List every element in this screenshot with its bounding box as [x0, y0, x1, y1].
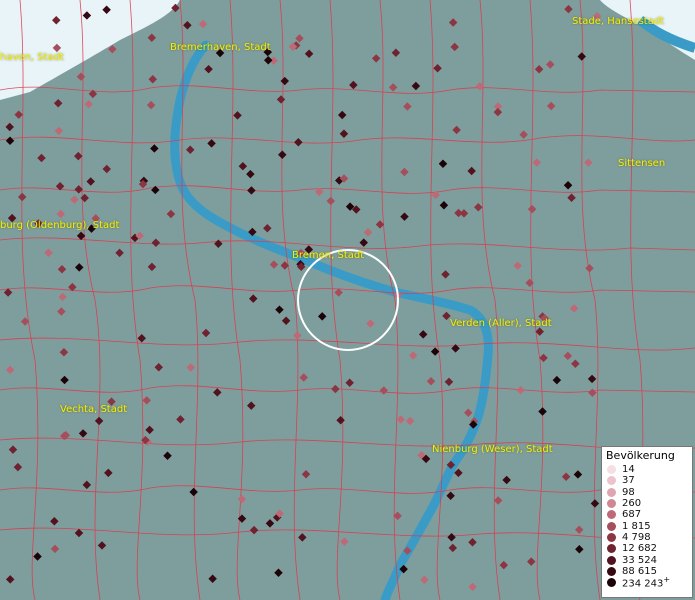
legend-open-ended-mark: + [663, 575, 671, 585]
legend-title: Bevölkerung [606, 449, 675, 462]
legend-swatch [607, 544, 616, 554]
place-label-nienburg: Nienburg (Weser), Stadt [432, 444, 553, 455]
legend-label: 234 243+ [622, 575, 671, 590]
legend-item: 4 798 [606, 532, 688, 543]
legend-item: 12 682 [606, 543, 688, 554]
legend-label: 1 815 [622, 520, 651, 532]
legend-item: 98 [606, 487, 688, 498]
legend-item: 1 815 [606, 520, 688, 532]
place-label-nordenham: haven, Stadt [0, 52, 64, 63]
legend-label: 687 [622, 509, 642, 521]
place-label-verden: Verden (Aller), Stadt [450, 318, 552, 329]
place-label-oldenburg: burg (Oldenburg), Stadt [0, 220, 120, 231]
legend-label: 14 [622, 464, 635, 476]
map-canvas[interactable] [0, 0, 695, 600]
legend-item: 37 [606, 475, 688, 486]
place-label-bremen: Bremen, Stadt [292, 250, 365, 261]
legend-swatch [607, 566, 616, 576]
legend-swatch [607, 578, 616, 588]
place-label-sittensen: Sittensen [618, 158, 666, 169]
legend-swatch [607, 532, 616, 542]
legend-swatch [607, 510, 616, 520]
legend-label: 4 798 [622, 531, 651, 543]
legend-item: 14 [606, 464, 688, 475]
legend-label: 12 682 [622, 543, 657, 555]
legend-item: 234 243+ [606, 575, 688, 590]
legend-label: 37 [622, 475, 635, 487]
population-legend: Bevölkerung 14 37 98 260 687 1 815 4 798 12 682… [601, 446, 693, 598]
legend-item: 260 [606, 498, 688, 509]
legend-swatch [607, 476, 616, 486]
legend-label: 33 524 [622, 554, 657, 566]
legend-swatch [607, 465, 616, 475]
legend-item: 687 [606, 509, 688, 520]
legend-item: 33 524 [606, 554, 688, 566]
land-area [0, 0, 695, 600]
legend-label: 98 [622, 486, 635, 498]
place-label-stade: Stade, Hansestadt [572, 16, 665, 27]
legend-swatch [607, 555, 616, 565]
place-label-vechta: Vechta, Stadt [60, 404, 128, 415]
legend-label: 260 [622, 498, 642, 510]
legend-swatch [607, 487, 616, 497]
legend-swatch [607, 499, 616, 509]
place-label-bremerhaven: Bremerhaven, Stadt [170, 42, 271, 53]
legend-swatch [607, 521, 616, 531]
